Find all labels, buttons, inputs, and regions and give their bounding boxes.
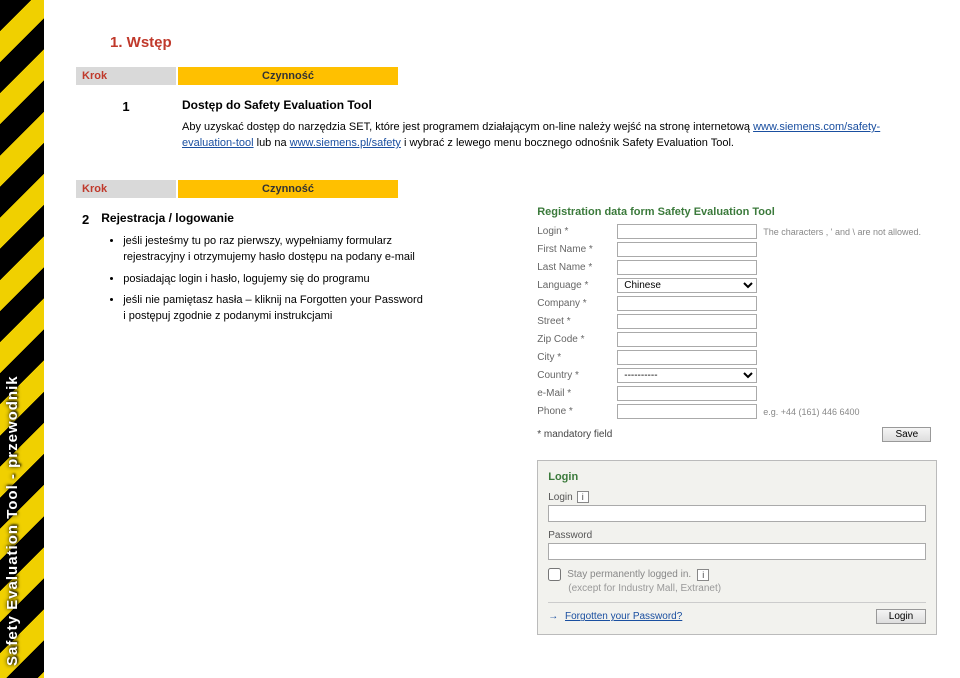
- label-phone: Phone *: [537, 406, 617, 417]
- step-title: Dostęp do Safety Evaluation Tool: [182, 97, 926, 114]
- mandatory-note: * mandatory field: [537, 429, 612, 440]
- stay-logged-checkbox[interactable]: [548, 568, 561, 581]
- input-email[interactable]: [617, 386, 757, 401]
- input-login[interactable]: [617, 224, 757, 239]
- label-zip: Zip Code *: [537, 334, 617, 345]
- label-last-name: Last Name *: [537, 262, 617, 273]
- registration-form: Registration data form Safety Evaluation…: [537, 206, 937, 442]
- except-note: (except for Industry Mall, Extranet): [568, 583, 926, 594]
- forgot-password-link[interactable]: Forgotten your Password?: [565, 611, 682, 622]
- input-first-name[interactable]: [617, 242, 757, 257]
- label-language: Language *: [537, 280, 617, 291]
- column-header-czynnosc: Czynność: [178, 180, 398, 198]
- label-street: Street *: [537, 316, 617, 327]
- select-language[interactable]: Chinese: [617, 278, 757, 293]
- step-content: Rejestracja / logowanie jeśli jesteśmy t…: [95, 206, 525, 635]
- list-item: posiadając login i hasło, logujemy się d…: [123, 272, 423, 288]
- label-password-field: Password: [548, 530, 592, 541]
- sidebar-title: Safety Evaluation Tool - przewodnik: [4, 10, 28, 670]
- step-content: Dostęp do Safety Evaluation Tool Aby uzy…: [176, 93, 932, 156]
- label-company: Company *: [537, 298, 617, 309]
- step-number: 1: [76, 93, 176, 156]
- page-title: 1. Wstęp: [110, 34, 932, 51]
- info-icon[interactable]: i: [697, 569, 709, 581]
- phone-hint: e.g. +44 (161) 446 6400: [763, 407, 859, 417]
- password-input[interactable]: [548, 543, 926, 560]
- step-text: lub na: [257, 137, 290, 149]
- list-item: jeśli nie pamiętasz hasła – kliknij na F…: [123, 293, 423, 325]
- link-siemens-pl[interactable]: www.siemens.pl/safety: [290, 137, 401, 149]
- login-button[interactable]: Login: [876, 609, 926, 624]
- input-phone[interactable]: [617, 404, 757, 419]
- login-heading: Login: [548, 471, 926, 483]
- step-text: i wybrać z lewego menu bocznego odnośnik…: [404, 137, 734, 149]
- label-email: e-Mail *: [537, 388, 617, 399]
- step-text: Aby uzyskać dostęp do narzędzia SET, któ…: [182, 121, 753, 133]
- column-header-czynnosc: Czynność: [178, 67, 398, 85]
- input-zip[interactable]: [617, 332, 757, 347]
- login-input[interactable]: [548, 505, 926, 522]
- label-login-field: Login: [548, 492, 572, 503]
- step-number: 2: [76, 206, 95, 635]
- input-last-name[interactable]: [617, 260, 757, 275]
- column-header-krok: Krok: [76, 180, 176, 198]
- column-header-krok: Krok: [76, 67, 176, 85]
- list-item: jeśli jesteśmy tu po raz pierwszy, wypeł…: [123, 234, 423, 266]
- chars-note: The characters , ' and \ are not allowed…: [763, 227, 921, 237]
- input-city[interactable]: [617, 350, 757, 365]
- step-title: Rejestracja / logowanie: [101, 210, 519, 227]
- input-street[interactable]: [617, 314, 757, 329]
- label-login: Login *: [537, 226, 617, 237]
- login-panel: Login Login i Password: [537, 460, 937, 635]
- label-country: Country *: [537, 370, 617, 381]
- arrow-icon: →: [548, 611, 558, 622]
- info-icon[interactable]: i: [577, 491, 589, 503]
- save-button[interactable]: Save: [882, 427, 931, 442]
- input-company[interactable]: [617, 296, 757, 311]
- label-first-name: First Name *: [537, 244, 617, 255]
- select-country[interactable]: ----------: [617, 368, 757, 383]
- stay-logged-label: Stay permanently logged in.: [567, 569, 691, 580]
- label-city: City *: [537, 352, 617, 363]
- registration-heading: Registration data form Safety Evaluation…: [537, 206, 937, 218]
